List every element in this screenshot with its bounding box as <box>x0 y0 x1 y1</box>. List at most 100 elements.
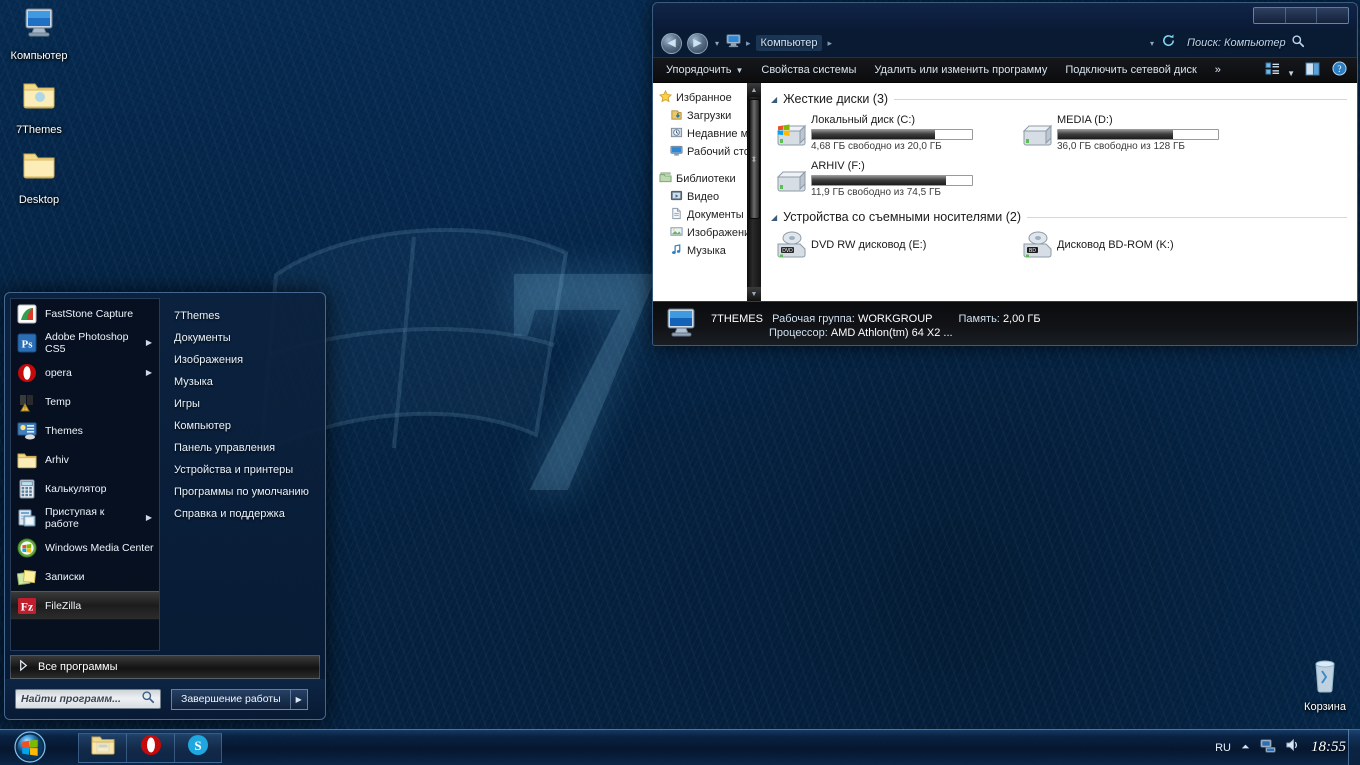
desktop-icon-7themes[interactable]: 7Themes <box>0 78 78 137</box>
chevron-right-icon[interactable]: ▶ <box>146 367 155 379</box>
start-button[interactable] <box>2 729 58 764</box>
recent-places-icon <box>670 126 683 142</box>
explorer-window[interactable]: ◀ ▶ ▾ ▸ Компьютер ▸ ▾ Поиск: Компьютер У… <box>652 2 1358 346</box>
start-place-help-and-support[interactable]: Справка и поддержка <box>174 503 325 525</box>
scroll-down-icon[interactable]: ▼ <box>747 287 761 301</box>
network-icon[interactable] <box>1260 738 1276 758</box>
device-tile[interactable]: BD Дисковод BD-ROM (K:) <box>1017 228 1263 262</box>
start-item-faststone-capture[interactable]: FastStone Capture <box>11 299 159 328</box>
address-bar[interactable]: ◀ ▶ ▾ ▸ Компьютер ▸ ▾ Поиск: Компьютер <box>653 29 1357 57</box>
start-item-getting-started[interactable]: Приступая к работе ▶ <box>11 503 159 533</box>
language-indicator[interactable]: RU <box>1215 742 1231 754</box>
shutdown-button[interactable]: Завершение работы ▶ <box>171 688 308 710</box>
start-item-adobe-photoshop-cs5[interactable]: Ps Adobe Photoshop CS5 ▶ <box>11 328 159 358</box>
recent-pages-caret-icon[interactable]: ▾ <box>715 39 719 48</box>
address-dropdown-icon[interactable]: ▾ <box>1150 39 1154 48</box>
collapse-triangle-icon[interactable]: ◢ <box>771 95 777 104</box>
nav-item-music[interactable]: Музыка <box>659 242 761 260</box>
navpane-scrollbar[interactable]: ▲ ⬍ ▼ <box>747 83 761 301</box>
desktop-icon-computer[interactable]: Компьютер <box>0 4 78 63</box>
all-programs-button[interactable]: Все программы <box>10 655 320 679</box>
help-icon[interactable]: ? <box>1326 58 1353 82</box>
faststone-icon <box>16 304 38 324</box>
nav-item-video[interactable]: Видео <box>659 188 761 206</box>
start-item-label: FastStone Capture <box>45 307 134 320</box>
explorer-toolbar[interactable]: Упорядочить ▼ Свойства системы Удалить ил… <box>653 57 1357 83</box>
content-pane[interactable]: ◢ Жесткие диски (3) Локальный диск (C:) … <box>761 83 1357 301</box>
start-item-calculator[interactable]: Калькулятор <box>11 474 159 503</box>
taskbar[interactable]: S RU 18:55 <box>0 729 1360 765</box>
navigation-pane[interactable]: Избранное Загрузки Недавние места <box>653 83 761 301</box>
start-menu-places-column[interactable]: 7Themes Документы Изображения Музыка Игр… <box>160 293 325 651</box>
scrollbar-thumb[interactable]: ⬍ <box>748 99 760 219</box>
drive-tile[interactable]: ARHIV (F:) 11,9 ГБ свободно из 74,5 ГБ <box>771 156 1017 202</box>
window-controls[interactable] <box>1253 7 1349 24</box>
scroll-up-icon[interactable]: ▲ <box>747 83 761 97</box>
clock[interactable]: 18:55 <box>1309 739 1346 756</box>
start-place-pictures[interactable]: Изображения <box>174 349 325 371</box>
change-view-icon[interactable]: ▼ <box>1261 59 1299 82</box>
start-place-computer[interactable]: Компьютер <box>174 415 325 437</box>
taskbar-item-skype[interactable]: S <box>174 732 222 763</box>
forward-button[interactable]: ▶ <box>687 32 708 54</box>
maximize-button[interactable] <box>1286 8 1318 23</box>
explorer-titlebar[interactable] <box>653 3 1357 29</box>
system-properties-button[interactable]: Свойства системы <box>752 61 865 79</box>
preview-pane-icon[interactable] <box>1299 59 1326 82</box>
search-input[interactable]: Поиск: Компьютер <box>1181 34 1349 53</box>
shutdown-options-icon[interactable]: ▶ <box>289 689 307 709</box>
breadcrumb-next-separator[interactable]: ▸ <box>827 38 832 49</box>
start-item-temp[interactable]: ! Temp <box>11 387 159 416</box>
group-header-hard-drives[interactable]: ◢ Жесткие диски (3) <box>771 92 1347 106</box>
start-search-input[interactable]: Найти программ... <box>15 689 161 709</box>
uninstall-change-program-button[interactable]: Удалить или изменить программу <box>865 61 1056 79</box>
minimize-button[interactable] <box>1254 8 1286 23</box>
start-item-sticky-notes[interactable]: Записки <box>11 562 159 591</box>
start-place-7themes[interactable]: 7Themes <box>174 305 325 327</box>
close-button[interactable] <box>1317 8 1348 23</box>
organize-button[interactable]: Упорядочить ▼ <box>657 61 752 79</box>
desktop-icon-desktop[interactable]: Desktop <box>0 148 78 207</box>
start-item-filezilla[interactable]: Fz FileZilla <box>11 591 159 620</box>
taskbar-item-opera[interactable] <box>126 732 174 763</box>
desktop-icon-recycle-bin[interactable]: Корзина <box>1286 655 1360 714</box>
start-place-devices-and-printers[interactable]: Устройства и принтеры <box>174 459 325 481</box>
start-item-arhiv[interactable]: Arhiv <box>11 445 159 474</box>
start-place-music[interactable]: Музыка <box>174 371 325 393</box>
start-place-default-programs[interactable]: Программы по умолчанию <box>174 481 325 503</box>
start-menu[interactable]: FastStone Capture Ps Adobe Photoshop CS5… <box>4 292 326 720</box>
start-place-control-panel[interactable]: Панель управления <box>174 437 325 459</box>
chevron-right-icon[interactable]: ▶ <box>146 512 155 524</box>
nav-item-desktop[interactable]: Рабочий стол <box>659 143 761 161</box>
start-item-opera[interactable]: opera ▶ <box>11 358 159 387</box>
start-menu-programs-column[interactable]: FastStone Capture Ps Adobe Photoshop CS5… <box>10 298 160 651</box>
start-place-documents[interactable]: Документы <box>174 327 325 349</box>
nav-item-libraries[interactable]: Библиотеки <box>659 170 761 188</box>
chevron-up-icon[interactable] <box>1240 739 1251 757</box>
collapse-triangle-icon[interactable]: ◢ <box>771 213 777 222</box>
chevron-right-icon[interactable]: ▶ <box>146 337 155 349</box>
group-header-removable-devices[interactable]: ◢ Устройства со съемными носителями (2) <box>771 210 1347 224</box>
nav-item-pictures[interactable]: Изображения <box>659 224 761 242</box>
start-item-windows-media-center[interactable]: Windows Media Center <box>11 533 159 562</box>
drive-tile[interactable]: MEDIA (D:) 36,0 ГБ свободно из 128 ГБ <box>1017 110 1263 156</box>
toolbar-overflow-button[interactable]: » <box>1206 61 1230 79</box>
system-tray[interactable]: RU 18:55 <box>1215 730 1346 765</box>
volume-icon[interactable] <box>1285 738 1300 757</box>
show-desktop-button[interactable] <box>1348 729 1360 765</box>
device-tile[interactable]: DVD DVD RW дисковод (E:) <box>771 228 1017 262</box>
drive-tile[interactable]: Локальный диск (C:) 4,68 ГБ свободно из … <box>771 110 1017 156</box>
desktop[interactable]: 7 Компьютер 7Themes Desktop Корзина ◀ ▶ … <box>0 0 1360 765</box>
nav-item-documents[interactable]: Документы <box>659 206 761 224</box>
nav-item-favorites[interactable]: Избранное <box>658 89 761 107</box>
breadcrumb-computer[interactable]: Компьютер <box>755 35 823 51</box>
nav-item-recent-places[interactable]: Недавние места <box>659 125 761 143</box>
nav-item-downloads[interactable]: Загрузки <box>659 107 761 125</box>
taskbar-item-explorer[interactable] <box>78 732 126 763</box>
start-item-themes[interactable]: Themes <box>11 416 159 445</box>
map-network-drive-button[interactable]: Подключить сетевой диск <box>1056 61 1205 79</box>
start-place-games[interactable]: Игры <box>174 393 325 415</box>
refresh-icon[interactable] <box>1161 33 1176 53</box>
taskbar-tasks[interactable]: S <box>78 732 222 763</box>
back-button[interactable]: ◀ <box>661 32 682 54</box>
